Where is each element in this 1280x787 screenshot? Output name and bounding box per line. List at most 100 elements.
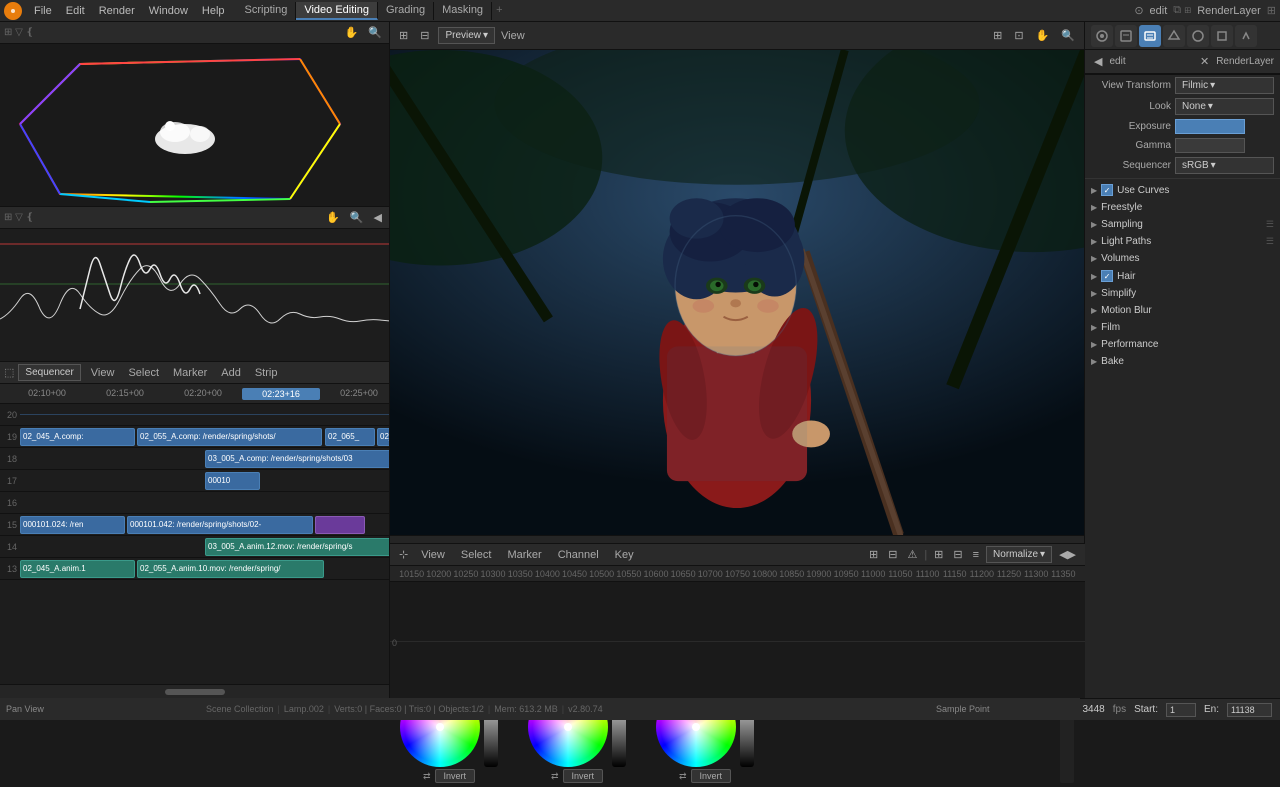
menu-window[interactable]: Window [143, 3, 194, 19]
clip-purple-15[interactable] [315, 516, 365, 534]
waveform-canvas [0, 229, 389, 362]
graph-filter2-btn[interactable]: ⊟ [950, 547, 965, 562]
section-light-paths[interactable]: ▶ Light Paths ☰ [1085, 233, 1280, 250]
rt-x-btn[interactable]: ✕ [1197, 54, 1212, 69]
prop-tab-world[interactable] [1187, 25, 1209, 47]
cb-gain-dot[interactable] [692, 723, 700, 731]
graph-snap-btn[interactable]: ⚠ [904, 547, 920, 562]
graph-marker[interactable]: Marker [501, 548, 547, 562]
track-row-17: 17 00010 000101... [0, 470, 389, 492]
prop-tab-view-layer[interactable] [1139, 25, 1161, 47]
tl-hand-icon[interactable]: ✋ [342, 25, 362, 40]
cb-lift-dot[interactable] [436, 723, 444, 731]
clip-02055[interactable]: 02_055_A.comp: /render/spring/shots/ [137, 428, 322, 446]
section-film[interactable]: ▶ Film [1085, 319, 1280, 336]
section-performance[interactable]: ▶ Performance [1085, 336, 1280, 353]
sequencer-dropdown[interactable]: Sequencer [18, 364, 80, 381]
sample-info-bar: Sample Point [930, 698, 1080, 720]
prop-tab-modifier[interactable] [1235, 25, 1257, 47]
scrollbar-thumb[interactable] [165, 689, 225, 695]
prop-tab-object[interactable] [1211, 25, 1233, 47]
look-dropdown[interactable]: None▾ [1175, 98, 1274, 115]
wf-hand-icon[interactable]: ✋ [323, 210, 343, 225]
clip-000101-024[interactable]: 000101.024: /ren [20, 516, 125, 534]
hair-checkbox[interactable]: ✓ [1101, 270, 1113, 282]
render-layer-label: RenderLayer [1197, 5, 1261, 17]
graph-icons-btn[interactable]: ⊞ [866, 547, 881, 562]
view-transform-dropdown[interactable]: Filmic▾ [1175, 77, 1274, 94]
clip-000101-042[interactable]: 000101.042: /render/spring/shots/02- [127, 516, 313, 534]
sampling-list-icon: ☰ [1266, 219, 1274, 230]
section-sampling[interactable]: ▶ Sampling ☰ [1085, 216, 1280, 233]
graph-frame-dropdown[interactable]: Normalize▾ [986, 546, 1052, 563]
cb-gamma-dot[interactable] [564, 723, 572, 731]
preview-search-btn[interactable]: 🔍 [1058, 28, 1078, 43]
preview-dropdown[interactable]: Preview▾ [438, 27, 495, 44]
preview-grid-btn[interactable]: ⊟ [417, 28, 432, 43]
menu-help[interactable]: Help [196, 3, 231, 19]
graph-zero-label: 0 [392, 638, 397, 648]
curves-checkbox[interactable]: ✓ [1101, 184, 1113, 196]
prop-tab-output[interactable] [1115, 25, 1137, 47]
preview-settings-btn[interactable]: ⊡ [1011, 28, 1026, 43]
start-frame-input[interactable] [1166, 703, 1196, 717]
clip-0207[interactable]: 02_07 [377, 428, 389, 446]
clip-03005-anim[interactable]: 03_005_A.anim.12.mov: /render/spring/s [205, 538, 389, 556]
clip-02045-anim[interactable]: 02_045_A.anim.1 [20, 560, 135, 578]
graph-channel[interactable]: Channel [552, 548, 605, 562]
menu-edit[interactable]: Edit [60, 3, 91, 19]
section-freestyle[interactable]: ▶ Freestyle [1085, 199, 1280, 216]
section-hair[interactable]: ▶ ✓ Hair [1085, 267, 1280, 285]
section-motion-blur[interactable]: ▶ Motion Blur [1085, 302, 1280, 319]
clip-03005-acomp[interactable]: 03_005_A.comp: /render/spring/shots/03 [205, 450, 389, 468]
preview-icons-btn[interactable]: ⊞ [990, 28, 1005, 43]
seq-scrollbar[interactable] [0, 684, 389, 698]
graph-view-type-btn[interactable]: ⊞ [931, 547, 946, 562]
clip-02045[interactable]: 02_045_A.comp: [20, 428, 135, 446]
tab-masking[interactable]: Masking [434, 2, 492, 20]
waveform-panel: ⊞ ▽ ❴ ✋ 🔍 ◀ [0, 207, 389, 362]
graph-channel2-btn[interactable]: ≡ [970, 548, 982, 562]
clip-02065[interactable]: 02_065_ [325, 428, 375, 446]
add-workspace-btn[interactable]: + [492, 2, 506, 20]
gamma-input[interactable]: 1.000 [1175, 138, 1245, 153]
section-simplify[interactable]: ▶ Simplify [1085, 285, 1280, 302]
tab-grading[interactable]: Grading [378, 2, 434, 20]
sequencer-dropdown-r[interactable]: sRGB▾ [1175, 157, 1274, 174]
seq-add[interactable]: Add [215, 366, 247, 380]
graph-filter-btn[interactable]: ⊟ [885, 547, 900, 562]
graph-view[interactable]: View [415, 548, 451, 562]
clip-00010[interactable]: 00010 [205, 472, 260, 490]
wf-search-icon[interactable]: 🔍 [347, 210, 367, 225]
cb-gamma-invert-btn[interactable]: Invert [563, 769, 604, 783]
section-volumes[interactable]: ▶ Volumes [1085, 250, 1280, 267]
graph-select[interactable]: Select [455, 548, 498, 562]
tab-scripting[interactable]: Scripting [237, 2, 297, 20]
tab-video-editing[interactable]: Video Editing [296, 2, 378, 20]
section-bake[interactable]: ▶ Bake [1085, 353, 1280, 370]
prop-tab-render[interactable] [1091, 25, 1113, 47]
seq-marker[interactable]: Marker [167, 366, 213, 380]
seq-strip[interactable]: Strip [249, 366, 284, 380]
wf-resize-icon[interactable]: ◀ [371, 210, 385, 225]
end-frame-input[interactable] [1227, 703, 1272, 717]
seq-select[interactable]: Select [122, 366, 165, 380]
cb-gain-invert-btn[interactable]: Invert [691, 769, 732, 783]
prop-tab-scene[interactable] [1163, 25, 1185, 47]
cb-lift-invert-btn[interactable]: Invert [435, 769, 476, 783]
preview-expand-btn[interactable]: ⊞ [396, 28, 411, 43]
preview-hand-btn[interactable]: ✋ [1033, 28, 1053, 43]
graph-key[interactable]: Key [609, 548, 640, 562]
section-use-curves[interactable]: ▶ ✓ Use Curves [1085, 181, 1280, 199]
tl-search-icon[interactable]: 🔍 [365, 25, 385, 40]
seq-view[interactable]: View [85, 366, 121, 380]
menu-render[interactable]: Render [93, 3, 141, 19]
menu-file[interactable]: File [28, 3, 58, 19]
graph-extra-btn[interactable]: ◀▶ [1056, 547, 1079, 562]
exposure-input[interactable]: 0.000 [1175, 119, 1245, 134]
graph-cursor-btn[interactable]: ⊹ [396, 547, 411, 562]
tm-4: 02:25+00 [320, 388, 389, 400]
rt-expand-btn[interactable]: ◀ [1091, 54, 1105, 69]
clip-02055-anim[interactable]: 02_055_A.anim.10.mov: /render/spring/ [137, 560, 324, 578]
view-transform-row: View Transform Filmic▾ [1085, 75, 1280, 96]
